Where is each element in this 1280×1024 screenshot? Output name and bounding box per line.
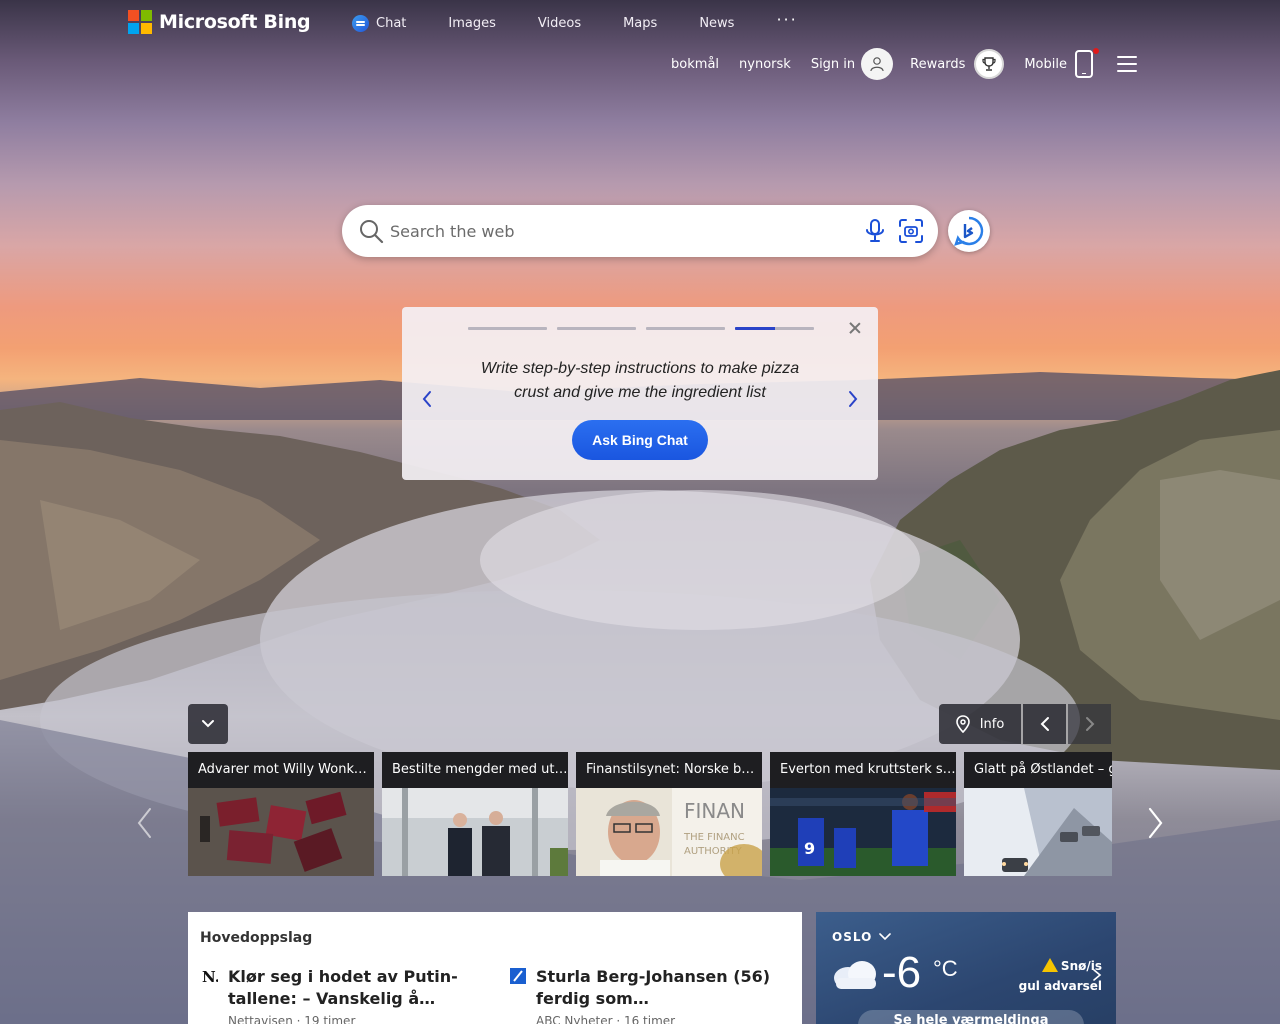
news-tile-image — [188, 788, 374, 876]
nav-more[interactable]: ··· — [776, 10, 797, 29]
notification-dot — [1093, 48, 1099, 54]
cloud-icon — [834, 961, 876, 989]
weather-location[interactable]: OSLO — [832, 930, 892, 944]
close-icon[interactable] — [848, 321, 862, 335]
strip-next-arrow[interactable] — [1146, 806, 1164, 840]
progress-segment[interactable] — [468, 327, 547, 330]
chevron-left-icon — [1040, 717, 1049, 731]
progress-segment[interactable] — [557, 327, 636, 330]
nav-videos[interactable]: Videos — [538, 16, 581, 31]
weather-warning[interactable]: Snø/is gul advarsel — [1002, 956, 1102, 996]
chevron-right-icon — [1085, 717, 1094, 731]
news-tile-caption: Finanstilsynet: Norske banker — [576, 752, 762, 788]
warning-icon — [1041, 958, 1058, 972]
news-tile[interactable]: Bestilte mengder med utstyr — [382, 752, 568, 876]
full-forecast-button[interactable]: Se hele værmeldinga — [858, 1010, 1084, 1024]
story-item[interactable]: N. Klør seg i hodet av Putin-tallene: – … — [202, 966, 472, 1024]
nav-news[interactable]: News — [699, 16, 734, 31]
previous-image-button[interactable] — [1023, 704, 1066, 744]
language-bokmal[interactable]: bokmål — [671, 57, 719, 72]
news-tile-image — [964, 788, 1112, 876]
progress-segment[interactable] — [646, 327, 725, 330]
avatar-icon — [861, 48, 894, 80]
main-nav: Chat Images Videos Maps News ··· — [352, 10, 840, 32]
bing-chat-icon — [954, 216, 984, 246]
nav-chat[interactable]: Chat — [352, 15, 406, 32]
news-tile-image: 9 — [770, 788, 956, 876]
svg-text:FINAN: FINAN — [684, 799, 745, 823]
nav-images[interactable]: Images — [448, 16, 496, 31]
warning-level: gul advarsel — [1018, 979, 1102, 993]
prompt-text: Write step-by-step instructions to make … — [480, 360, 800, 401]
menu-icon[interactable] — [1117, 56, 1137, 72]
weather-panel: OSLO -6 °C Snø/is gul advarsel Se hele v… — [816, 912, 1116, 1024]
location-pin-icon — [955, 715, 970, 733]
chat-icon — [352, 15, 369, 32]
rewards-button[interactable]: Rewards — [910, 49, 1005, 79]
chevron-down-icon — [879, 933, 892, 941]
carousel-progress — [468, 327, 814, 330]
top-bar: Microsoft Bing Chat Images Videos Maps N… — [0, 0, 1280, 46]
header-right: bokmål nynorsk Sign in Rewards Mobile — [651, 47, 1137, 81]
microphone-icon[interactable] — [862, 218, 888, 244]
news-tile-image: FINAN THE FINANC AUTHORITY — [576, 788, 762, 876]
city-name: OSLO — [832, 930, 873, 944]
news-tile[interactable]: Everton med kruttsterk seier 9 — [770, 752, 956, 876]
story-meta: ABC Nyheter · 16 timer — [536, 1014, 676, 1024]
trophy-icon — [974, 49, 1005, 79]
nav-chat-label: Chat — [376, 16, 407, 31]
rewards-label: Rewards — [910, 56, 966, 72]
collapse-button[interactable] — [188, 704, 228, 744]
progress-segment-active[interactable] — [735, 327, 814, 330]
info-label: Info — [979, 716, 1005, 732]
news-tile-caption: Glatt på Østlandet – glatte veier — [964, 752, 1112, 788]
microsoft-logo-icon — [128, 10, 152, 34]
news-tile-caption: Bestilte mengder med utstyr — [382, 752, 568, 788]
language-nynorsk[interactable]: nynorsk — [739, 57, 791, 72]
search-icon[interactable] — [358, 218, 384, 244]
signin-label: Sign in — [810, 56, 856, 72]
brand-name: Microsoft Bing — [159, 11, 311, 33]
story-item[interactable]: Sturla Berg-Johansen (56) ferdig som… AB… — [510, 966, 780, 1024]
svg-text:N.: N. — [202, 968, 218, 984]
story-headline[interactable]: Klør seg i hodet av Putin-tallene: – Van… — [228, 966, 472, 1010]
news-tile[interactable]: Advarer mot Willy Wonka-sjokolade — [188, 752, 374, 876]
news-strip: Advarer mot Willy Wonka-sjokolade Bestil… — [188, 752, 1112, 876]
search-input[interactable] — [390, 221, 840, 241]
ask-bing-chat-button[interactable]: Ask Bing Chat — [572, 420, 708, 460]
svg-text:9: 9 — [804, 839, 815, 858]
chevron-right-icon[interactable] — [846, 389, 860, 409]
chevron-right-icon[interactable] — [1092, 968, 1102, 982]
news-tile-image — [382, 788, 568, 876]
bing-chat-button[interactable] — [948, 210, 990, 252]
phone-icon — [1075, 50, 1093, 78]
search-box — [342, 205, 938, 257]
chat-prompt-card: Write step-by-step instructions to make … — [402, 307, 878, 480]
chevron-down-icon — [202, 720, 214, 728]
visual-search-icon[interactable] — [898, 218, 924, 244]
story-meta: Nettavisen · 19 timer — [228, 1014, 356, 1024]
news-tile-caption: Everton med kruttsterk seier — [770, 752, 956, 788]
signin-button[interactable]: Sign in — [810, 48, 894, 80]
svg-text:THE FINANC: THE FINANC — [683, 832, 745, 843]
next-image-button[interactable] — [1068, 704, 1111, 744]
news-tile[interactable]: Finanstilsynet: Norske banker FINAN THE F… — [576, 752, 762, 876]
abc-nyheter-logo-icon — [510, 968, 526, 984]
story-headline[interactable]: Sturla Berg-Johansen (56) ferdig som… — [536, 966, 780, 1010]
top-stories-title: Hovedoppslag — [200, 930, 313, 946]
image-info-button[interactable]: Info — [939, 704, 1021, 744]
temperature-value: -6 — [882, 948, 922, 997]
temperature-unit: °C — [933, 956, 958, 981]
nav-maps[interactable]: Maps — [623, 16, 657, 31]
nettavisen-logo-icon: N. — [202, 968, 218, 984]
bing-logo[interactable]: Microsoft Bing — [128, 10, 311, 34]
mobile-button[interactable]: Mobile — [1024, 48, 1099, 78]
news-tile[interactable]: Glatt på Østlandet – glatte veier — [964, 752, 1112, 876]
mobile-label: Mobile — [1024, 56, 1067, 72]
chevron-left-icon[interactable] — [420, 389, 434, 409]
strip-prev-arrow[interactable] — [136, 806, 154, 840]
top-stories-panel: Hovedoppslag N. Klør seg i hodet av Puti… — [188, 912, 802, 1024]
news-tile-caption: Advarer mot Willy Wonka-sjokolade — [188, 752, 374, 788]
